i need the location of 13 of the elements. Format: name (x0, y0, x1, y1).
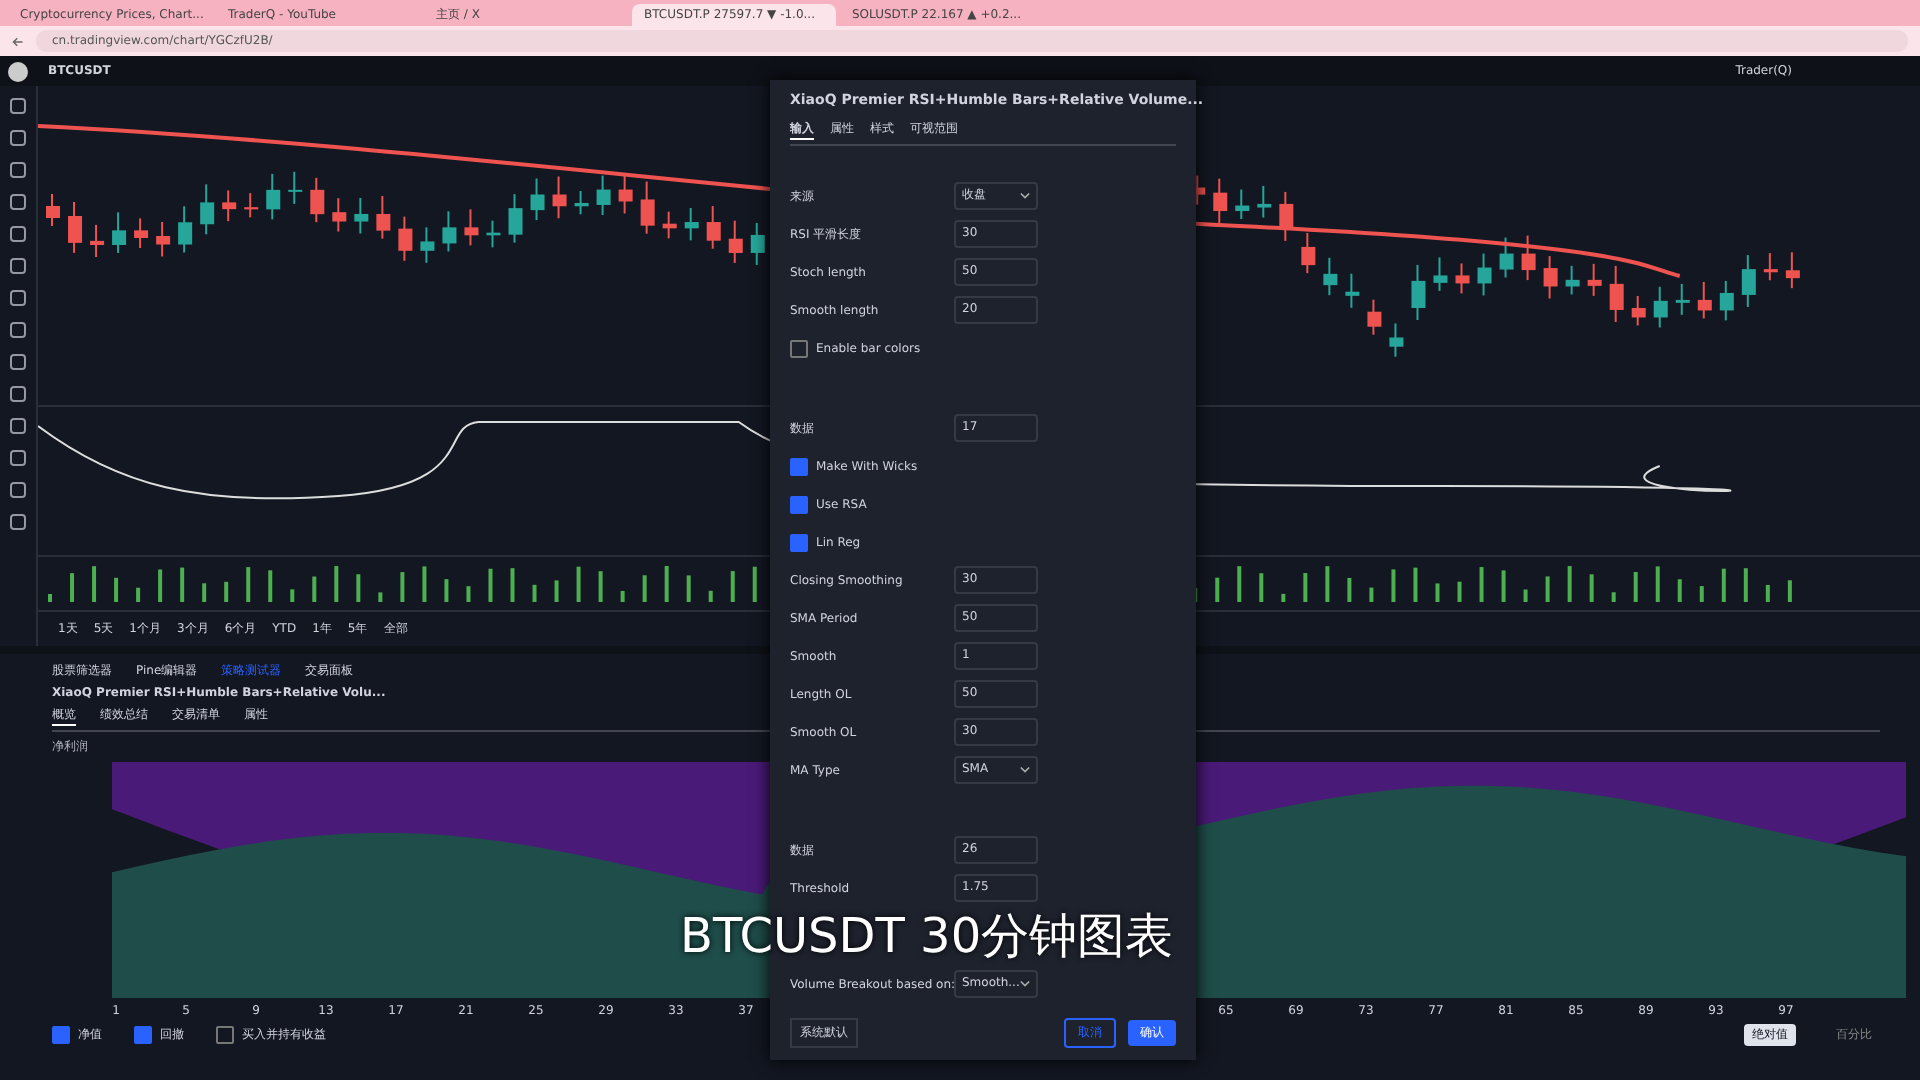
back-icon[interactable] (12, 35, 24, 47)
checkbox[interactable] (134, 1026, 152, 1044)
caret-icon (1020, 192, 1030, 200)
checkbox[interactable] (790, 533, 808, 551)
checkbox[interactable] (216, 1026, 234, 1044)
checkbox[interactable] (790, 457, 808, 475)
checkbox[interactable] (52, 1026, 70, 1044)
logo-icon (8, 61, 28, 81)
subtitle-overlay: BTCUSDT 30分钟图表 (680, 906, 1174, 968)
checkbox[interactable] (790, 339, 808, 357)
checkbox[interactable] (790, 495, 808, 513)
caret-icon (1020, 766, 1030, 774)
caret-icon (1020, 980, 1030, 988)
